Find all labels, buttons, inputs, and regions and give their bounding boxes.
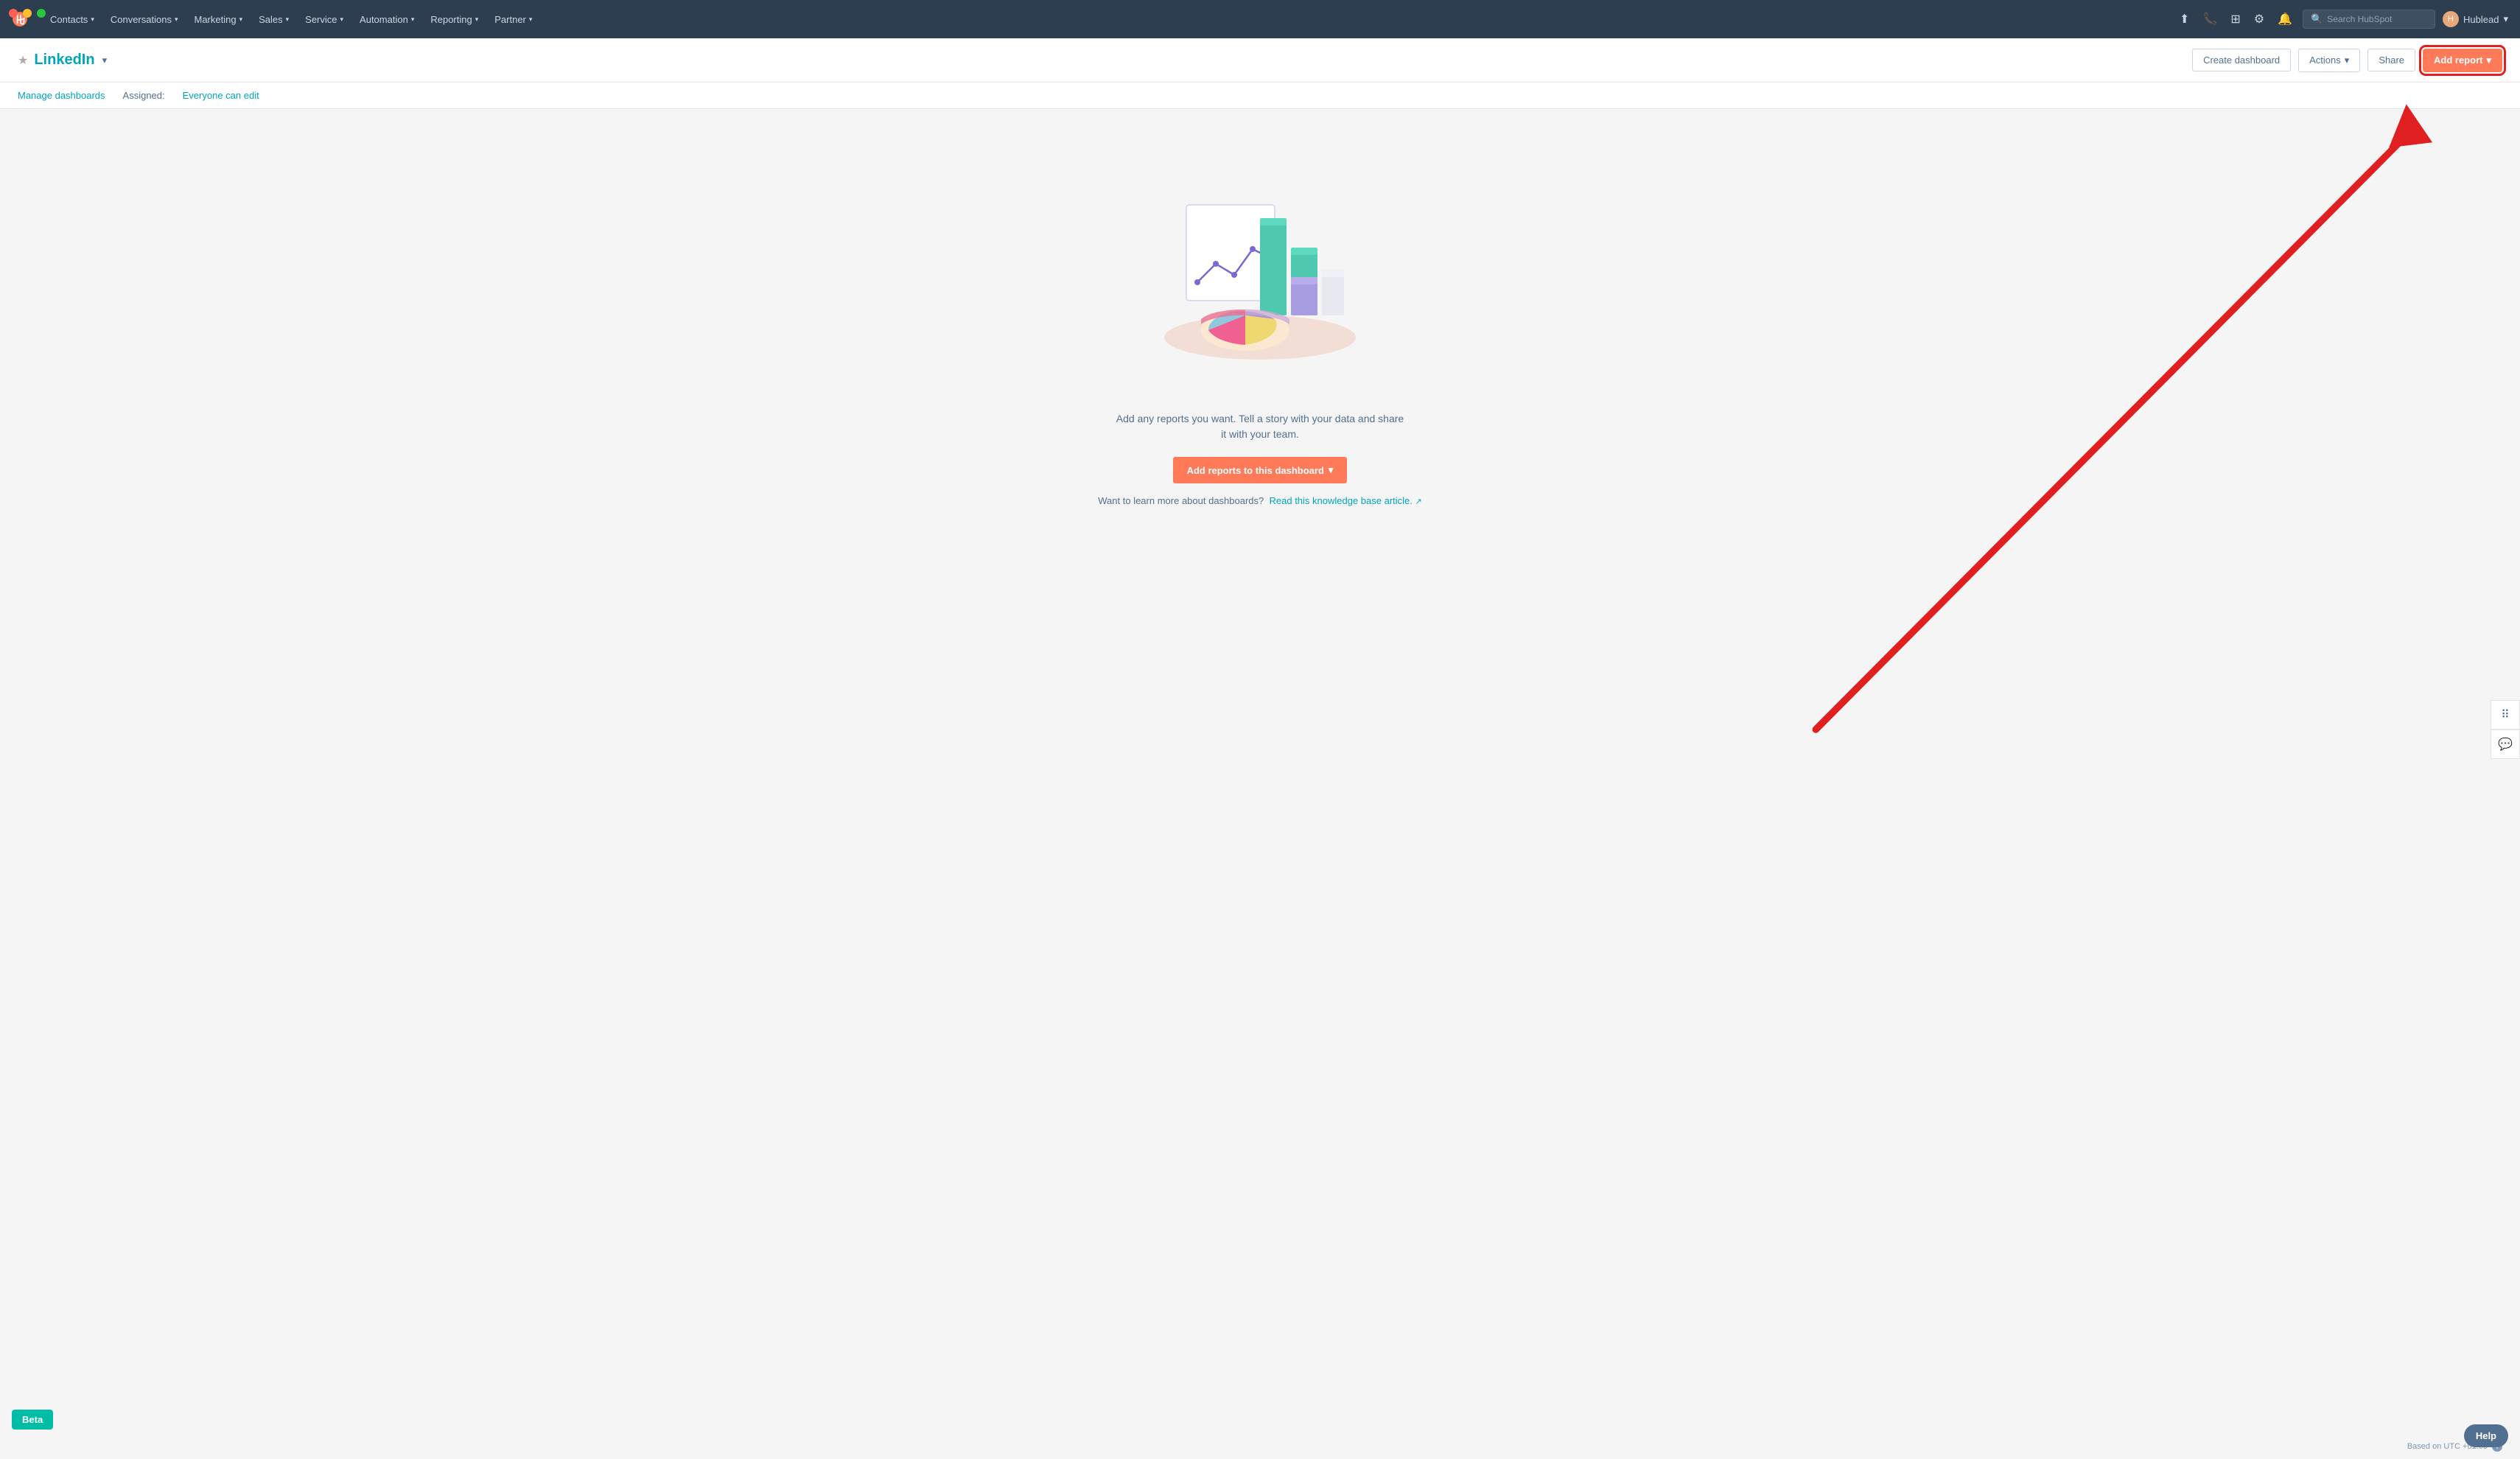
add-report-button[interactable]: Add report ▾ xyxy=(2423,49,2502,72)
add-report-caret-icon: ▾ xyxy=(2486,55,2491,66)
beta-badge[interactable]: Beta xyxy=(12,1410,53,1430)
top-bar-right: ⬆ 📞 ⊞ ⚙ 🔔 🔍 H Hublead ▾ xyxy=(2177,9,2508,29)
service-chevron: ▾ xyxy=(340,15,344,24)
add-reports-caret-icon: ▾ xyxy=(1329,464,1334,476)
sub-header: ★ LinkedIn ▾ Create dashboard Actions ▾ … xyxy=(0,38,2520,83)
external-link-icon: ↗ xyxy=(1415,497,1422,506)
actions-button[interactable]: Actions ▾ xyxy=(2298,49,2360,72)
avatar: H xyxy=(2443,11,2459,27)
partner-chevron: ▾ xyxy=(529,15,533,24)
empty-dashboard-text: Add any reports you want. Tell a story w… xyxy=(1113,411,1407,442)
create-dashboard-button[interactable]: Create dashboard xyxy=(2192,49,2291,71)
sales-chevron: ▾ xyxy=(286,15,290,24)
dashboard-dropdown-icon[interactable]: ▾ xyxy=(102,55,108,66)
sub-header-actions: Create dashboard Actions ▾ Share Add rep… xyxy=(2192,49,2502,72)
nav-marketing[interactable]: Marketing ▾ xyxy=(186,10,250,29)
grid-icon[interactable]: ⊞ xyxy=(2227,9,2243,29)
nav-items: Contacts ▾ Conversations ▾ Marketing ▾ S… xyxy=(43,10,2177,29)
upgrade-icon[interactable]: ⬆ xyxy=(2177,9,2192,29)
dashboard-name-label[interactable]: LinkedIn xyxy=(34,52,94,69)
nav-automation[interactable]: Automation ▾ xyxy=(352,10,421,29)
nav-contacts[interactable]: Contacts ▾ xyxy=(43,10,102,29)
conversations-chevron: ▾ xyxy=(175,15,178,24)
knowledge-base-text: Want to learn more about dashboards? Rea… xyxy=(1098,495,1421,506)
manage-dashboards-link[interactable]: Manage dashboards xyxy=(18,90,105,101)
side-grid-icon[interactable]: ⠿ xyxy=(2491,700,2520,730)
window-close-dot[interactable] xyxy=(9,9,18,18)
nav-partner[interactable]: Partner ▾ xyxy=(487,10,539,29)
nav-service[interactable]: Service ▾ xyxy=(298,10,351,29)
user-chevron-icon: ▾ xyxy=(2503,13,2508,25)
phone-icon[interactable]: 📞 xyxy=(2199,9,2220,29)
main-content: Add any reports you want. Tell a story w… xyxy=(0,109,2520,1421)
search-input[interactable] xyxy=(2327,14,2427,24)
side-chat-icon[interactable]: 💬 xyxy=(2491,730,2520,759)
side-float-panel: ⠿ 💬 xyxy=(2491,700,2520,759)
search-box[interactable]: 🔍 xyxy=(2303,10,2435,29)
top-navigation-bar: Contacts ▾ Conversations ▾ Marketing ▾ S… xyxy=(0,0,2520,38)
add-reports-to-dashboard-button[interactable]: Add reports to this dashboard ▾ xyxy=(1173,457,1348,483)
reporting-chevron: ▾ xyxy=(475,15,479,24)
actions-caret-icon: ▾ xyxy=(2345,55,2350,66)
dashboard-illustration xyxy=(1142,153,1378,389)
nav-reporting[interactable]: Reporting ▾ xyxy=(423,10,486,29)
nav-sales[interactable]: Sales ▾ xyxy=(251,10,296,29)
manage-bar: Manage dashboards Assigned: Everyone can… xyxy=(0,83,2520,109)
help-badge[interactable]: Help xyxy=(2464,1424,2508,1447)
user-area[interactable]: H Hublead ▾ xyxy=(2443,11,2508,27)
nav-conversations[interactable]: Conversations ▾ xyxy=(103,10,186,29)
user-label: Hublead xyxy=(2463,14,2499,25)
contacts-chevron: ▾ xyxy=(91,15,94,24)
favorite-star-icon[interactable]: ★ xyxy=(18,53,28,68)
search-icon: 🔍 xyxy=(2311,13,2323,25)
window-maximize-dot[interactable] xyxy=(37,9,46,18)
bell-icon[interactable]: 🔔 xyxy=(2275,9,2295,29)
settings-icon[interactable]: ⚙ xyxy=(2251,9,2267,29)
window-minimize-dot[interactable] xyxy=(23,9,32,18)
marketing-chevron: ▾ xyxy=(239,15,243,24)
everyone-can-edit-link[interactable]: Everyone can edit xyxy=(183,90,259,101)
dashboard-title: ★ LinkedIn ▾ xyxy=(18,52,107,69)
assigned-label: Assigned: xyxy=(123,90,165,101)
share-button[interactable]: Share xyxy=(2367,49,2415,71)
automation-chevron: ▾ xyxy=(411,15,415,24)
knowledge-base-link[interactable]: Read this knowledge base article. xyxy=(1270,495,1413,506)
